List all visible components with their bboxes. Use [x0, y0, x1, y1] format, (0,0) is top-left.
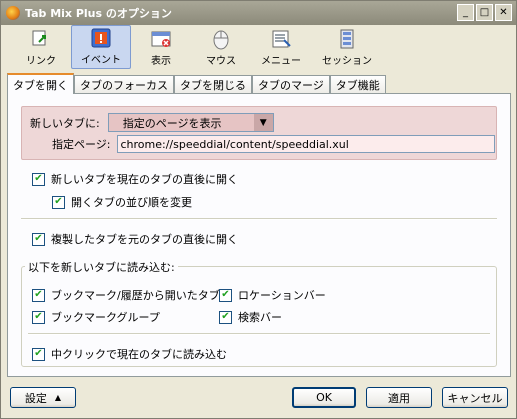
apply-button[interactable]: 適用 — [366, 387, 432, 408]
checkbox-duplicate-after[interactable]: ✔ — [32, 232, 45, 246]
toolbar-link-label: リンク — [26, 56, 56, 67]
tab-focus[interactable]: タブのフォーカス — [74, 75, 174, 94]
toolbar-mouse-label: マウス — [206, 56, 236, 67]
separator — [28, 333, 490, 335]
option-location-bar[interactable]: ✔ ロケーションバー — [219, 287, 326, 303]
option-middle-click[interactable]: ✔ 中クリックで現在のタブに読み込む — [32, 346, 227, 362]
tab-close[interactable]: タブを閉じる — [174, 75, 252, 94]
newtab-label: 新しいタブに: — [30, 116, 100, 130]
option-change-order-label: 開くタブの並び順を変更 — [71, 196, 192, 209]
tab-merge[interactable]: タブのマージ — [252, 75, 330, 94]
option-search-bar-label: 検索バー — [238, 311, 282, 324]
load-group-legend: 以下を新しいタブに読み込む: — [25, 259, 178, 275]
toolbar-display-label: 表示 — [151, 56, 171, 67]
menu-icon — [270, 28, 292, 50]
option-search-bar[interactable]: ✔ 検索バー — [219, 309, 282, 325]
checkbox-change-order[interactable]: ✔ — [52, 195, 65, 209]
toolbar-menu-label: メニュー — [261, 56, 301, 67]
page-url-field[interactable]: chrome://speeddial/content/speeddial.xul — [116, 135, 495, 153]
firefox-icon — [6, 6, 20, 20]
dropdown-arrow-icon[interactable]: ▼ — [253, 114, 273, 131]
toolbar-session[interactable]: セッション — [311, 25, 383, 69]
toolbar-event[interactable]: イベント — [71, 25, 131, 69]
ok-button[interactable]: OK — [292, 387, 356, 408]
option-bookmark-group-label: ブックマークグループ — [51, 311, 160, 324]
cancel-button[interactable]: キャンセル — [442, 387, 508, 408]
option-open-after-current[interactable]: ✔ 新しいタブを現在のタブの直後に開く — [32, 171, 238, 187]
mouse-icon — [210, 28, 232, 50]
option-duplicate-after-label: 複製したタブを元のタブの直後に開く — [51, 233, 238, 246]
option-open-after-current-label: 新しいタブを現在のタブの直後に開く — [51, 173, 238, 186]
tab-open[interactable]: タブを開く — [7, 73, 74, 94]
option-middle-click-label: 中クリックで現在のタブに読み込む — [51, 348, 227, 361]
title-bar[interactable]: Tab Mix Plus のオプション _ □ ✕ — [1, 1, 516, 25]
newtab-select-value: 指定のページを表示 — [122, 116, 222, 130]
option-bookmarks-history[interactable]: ✔ ブックマーク/履歴から開いたタブ — [32, 287, 220, 303]
checkbox-bookmark-group[interactable]: ✔ — [32, 310, 45, 324]
tab-panel: 新しいタブに: 指定のページを表示 ▼ 指定ページ: chrome://spee… — [7, 93, 511, 377]
link-icon — [30, 28, 52, 50]
options-window: Tab Mix Plus のオプション _ □ ✕ リンク イベント 表示 マウ… — [0, 0, 517, 419]
checkbox-location-bar[interactable]: ✔ — [219, 288, 232, 302]
toolbar-display[interactable]: 表示 — [131, 25, 191, 69]
separator — [21, 218, 497, 220]
newtab-section: 新しいタブに: 指定のページを表示 ▼ 指定ページ: chrome://spee… — [21, 106, 497, 160]
checkbox-open-after-current[interactable]: ✔ — [32, 172, 45, 186]
page-label: 指定ページ: — [52, 138, 111, 151]
toolbar-link[interactable]: リンク — [11, 25, 71, 69]
toolbar-session-label: セッション — [322, 56, 372, 67]
checkbox-middle-click[interactable]: ✔ — [32, 347, 45, 361]
session-icon — [336, 28, 358, 50]
tab-features[interactable]: タブ機能 — [329, 75, 386, 94]
option-duplicate-after[interactable]: ✔ 複製したタブを元のタブの直後に開く — [32, 231, 238, 247]
option-change-order[interactable]: ✔ 開くタブの並び順を変更 — [52, 194, 192, 210]
option-location-bar-label: ロケーションバー — [238, 289, 326, 302]
option-bookmark-group[interactable]: ✔ ブックマークグループ — [32, 309, 160, 325]
event-icon — [90, 27, 112, 49]
settings-button[interactable]: 設定 ▲ — [10, 387, 76, 408]
settings-button-label: 設定 — [24, 391, 47, 405]
window-title: Tab Mix Plus のオプション — [25, 7, 172, 20]
toolbar-mouse[interactable]: マウス — [191, 25, 251, 69]
close-button[interactable]: ✕ — [495, 4, 512, 21]
toolbar-menu[interactable]: メニュー — [251, 25, 311, 69]
tab-strip: タブを開く タブのフォーカス タブを閉じる タブのマージ タブ機能 — [7, 73, 386, 94]
maximize-button[interactable]: □ — [476, 4, 493, 21]
minimize-button[interactable]: _ — [457, 4, 474, 21]
option-bookmarks-history-label: ブックマーク/履歴から開いたタブ — [51, 289, 220, 302]
display-icon — [150, 28, 172, 50]
checkbox-search-bar[interactable]: ✔ — [219, 310, 232, 324]
newtab-select[interactable]: 指定のページを表示 ▼ — [107, 113, 274, 132]
category-toolbar: リンク イベント 表示 マウス メニュー セッション — [1, 25, 516, 69]
checkbox-bookmarks-history[interactable]: ✔ — [32, 288, 45, 302]
triangle-up-icon: ▲ — [54, 393, 62, 402]
toolbar-event-label: イベント — [81, 55, 121, 66]
button-bar: 設定 ▲ OK 適用 キャンセル — [1, 385, 516, 415]
